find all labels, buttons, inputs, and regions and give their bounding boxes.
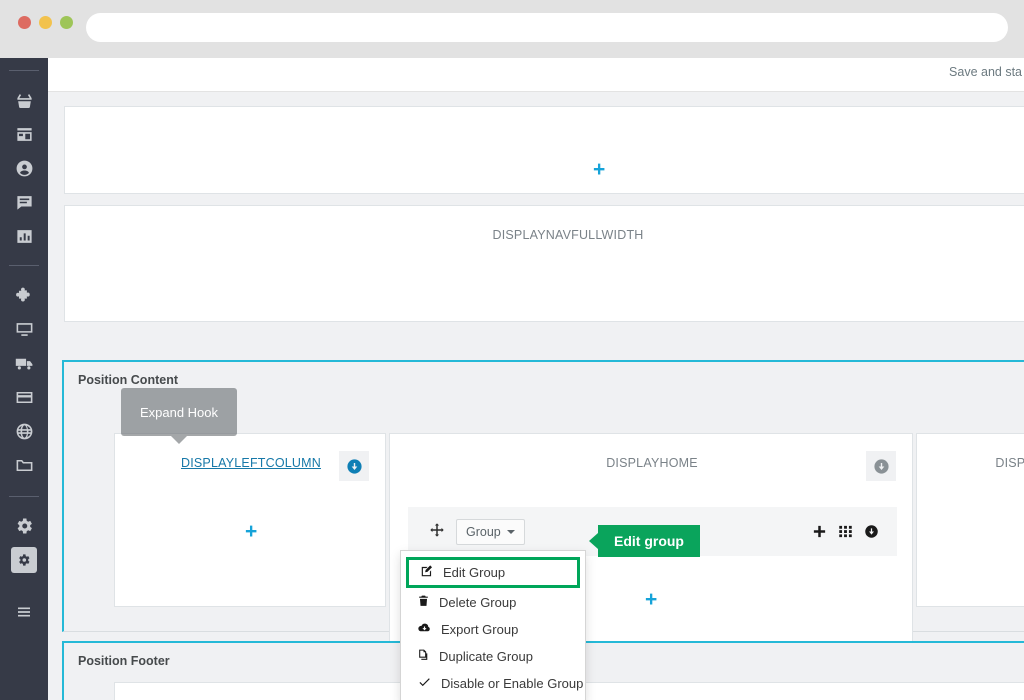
move-icon[interactable] (429, 522, 445, 543)
gear-icon (11, 513, 37, 539)
add-module-button-leftcolumn[interactable]: + (245, 521, 257, 542)
group-dropdown-menu: Edit Group Delete Group Export Group Dup… (400, 550, 586, 700)
sidebar-item-modules[interactable] (0, 278, 48, 312)
sidebar-item-catalog[interactable] (0, 117, 48, 151)
close-window-button[interactable] (18, 16, 31, 29)
sidebar-item-stats[interactable] (0, 219, 48, 253)
minimize-window-button[interactable] (39, 16, 52, 29)
hook-card-top-blank: + (64, 106, 1024, 194)
menu-item-label: Delete Group (439, 595, 517, 610)
menu-item-export-group[interactable]: Export Group (401, 616, 585, 643)
address-bar[interactable] (86, 13, 1008, 42)
main-sidebar (0, 58, 48, 700)
globe-icon (11, 418, 37, 444)
add-module-icon[interactable] (812, 524, 827, 539)
person-icon (11, 155, 37, 181)
hook-label-home: DISPLAYHOME (606, 456, 698, 470)
menu-item-edit-group[interactable]: Edit Group (406, 557, 580, 588)
sidebar-item-customers[interactable] (0, 151, 48, 185)
collapse-circle-icon[interactable] (864, 524, 879, 539)
gear-box-icon (11, 547, 37, 573)
window-controls (18, 16, 73, 29)
hamburger-icon (11, 599, 37, 625)
menu-item-duplicate-group[interactable]: Duplicate Group (401, 643, 585, 670)
sidebar-item-payment[interactable] (0, 380, 48, 414)
cloud-icon (417, 621, 432, 638)
edit-icon (420, 564, 434, 581)
hook-card-leftcolumn: DISPLAYLEFTCOLUMN + (114, 433, 386, 607)
expand-hook-tooltip: Expand Hook (121, 388, 237, 444)
credit-card-icon (11, 384, 37, 410)
menu-item-delete-group[interactable]: Delete Group (401, 589, 585, 616)
hook-label-rightcolumn: DISPLAYRIGHTCOl (995, 456, 1024, 470)
folder-icon (11, 452, 37, 478)
hook-card-navfullwidth: DISPLAYNAVFULLWIDTH + (64, 205, 1024, 399)
trash-icon (417, 594, 430, 611)
puzzle-icon (11, 282, 37, 308)
grid-icon[interactable] (838, 524, 853, 539)
sidebar-item-orders[interactable] (0, 83, 48, 117)
group-button-label: Group (466, 525, 501, 539)
chat-icon (11, 189, 37, 215)
bar-chart-icon (11, 223, 37, 249)
menu-item-disable-enable-group[interactable]: Disable or Enable Group (401, 670, 585, 697)
save-and-stay-button[interactable]: Save and sta (949, 65, 1022, 79)
module-row-actions (812, 524, 879, 539)
expand-hook-button-home[interactable] (866, 451, 896, 481)
check-icon (417, 675, 432, 692)
sidebar-item-shipping[interactable] (0, 346, 48, 380)
expand-hook-button-leftcolumn[interactable] (339, 451, 369, 481)
callout-label: Edit group (614, 533, 684, 549)
menu-item-label: Duplicate Group (439, 649, 533, 664)
hook-label-navfullwidth: DISPLAYNAVFULLWIDTH (492, 228, 644, 242)
sidebar-divider-middle (9, 265, 39, 266)
monitor-icon (11, 316, 37, 342)
basket-icon (11, 87, 37, 113)
group-dropdown-button[interactable]: Group (456, 519, 525, 545)
sidebar-item-service[interactable] (0, 185, 48, 219)
sidebar-divider-top (9, 70, 39, 71)
truck-icon (11, 350, 37, 376)
sidebar-item-international[interactable] (0, 414, 48, 448)
position-content-title: Position Content (78, 373, 178, 387)
browser-chrome (0, 0, 1024, 58)
menu-item-label: Disable or Enable Group (441, 676, 584, 691)
page-header-bar: Save and sta (48, 58, 1024, 92)
hooks-canvas: + DISPLAYNAVFULLWIDTH + Position Content… (48, 92, 1024, 700)
menu-item-label: Export Group (441, 622, 519, 637)
menu-item-label: Edit Group (443, 565, 506, 580)
position-footer-title: Position Footer (78, 654, 170, 668)
sidebar-divider-bottom (9, 496, 39, 497)
sidebar-item-shop-parameters[interactable] (0, 509, 48, 543)
edit-group-callout: Edit group (589, 525, 700, 557)
add-module-button-top-blank[interactable]: + (593, 159, 605, 180)
add-module-button-home[interactable]: + (645, 589, 657, 610)
zoom-window-button[interactable] (60, 16, 73, 29)
application-window: Save and sta + DISPLAYNAVFULLWIDTH + Pos… (0, 58, 1024, 700)
sidebar-item-design[interactable] (0, 312, 48, 346)
store-icon (11, 121, 37, 147)
hook-card-rightcolumn: DISPLAYRIGHTCOl + (916, 433, 1024, 607)
copy-icon (417, 648, 430, 665)
sidebar-item-files[interactable] (0, 448, 48, 482)
chevron-down-icon (506, 530, 515, 534)
sidebar-item-advanced-parameters[interactable] (0, 543, 48, 577)
tooltip-label: Expand Hook (139, 404, 219, 420)
sidebar-item-collapse-menu[interactable] (0, 595, 48, 629)
